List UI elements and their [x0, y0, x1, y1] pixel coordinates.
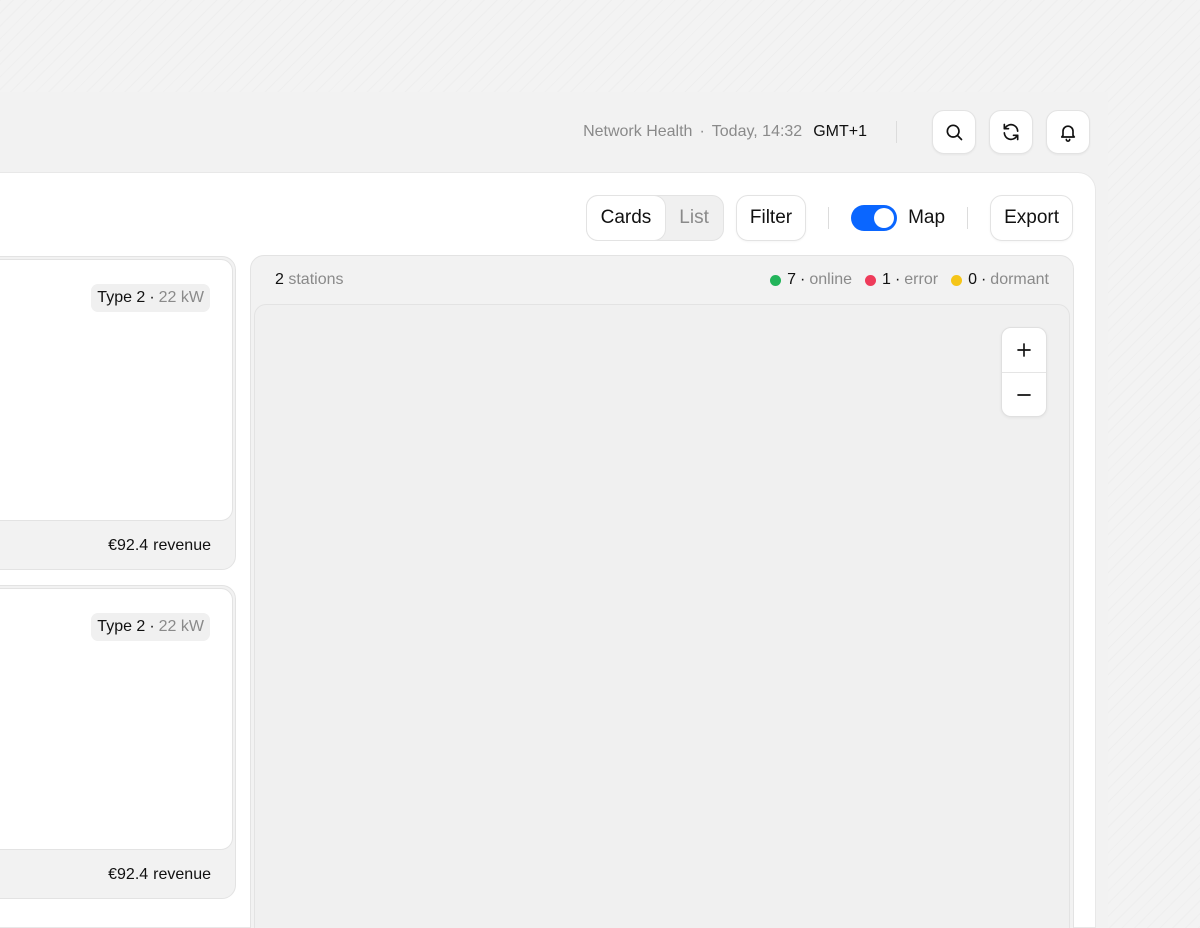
badge-separator: · [149, 618, 155, 635]
last-updated-time: Today, 14:32 [711, 123, 803, 140]
station-count: 2 stations [275, 271, 344, 289]
badge-separator: · [149, 289, 155, 306]
status-legend: 7 · online 1 · error 0 · dormant [757, 271, 1049, 289]
revenue-value: €92.4 [108, 866, 149, 883]
error-status-dot [865, 274, 877, 286]
filter-button[interactable]: Filter [735, 195, 807, 241]
refresh-icon [1003, 123, 1019, 141]
divider [896, 121, 897, 143]
card-body: Type 2 · 22 kW [0, 259, 233, 521]
station-card[interactable]: Type 2 · 22 kW €92.4 revenue [0, 256, 236, 570]
map-panel: 2 stations 7 · online 1 · error 0 · dorm… [250, 255, 1074, 928]
dormant-count: 0 [968, 271, 977, 288]
search-icon [946, 124, 963, 141]
revenue-label: revenue [153, 866, 211, 883]
power-rating: 22 kW [158, 618, 204, 635]
map-header: 2 stations 7 · online 1 · error 0 · dorm… [251, 256, 1073, 304]
station-card[interactable]: Type 2 · 22 kW €92.4 revenue [0, 585, 236, 899]
legend-separator: · [894, 271, 901, 288]
plus-icon [1017, 343, 1031, 357]
top-bar: Network Health · Today, 14:32 GMT+1 [583, 110, 1090, 154]
online-count: 7 [787, 271, 797, 288]
legend-error: 1 · error [865, 271, 938, 289]
card-body: Type 2 · 22 kW [0, 588, 233, 850]
connector-badge: Type 2 · 22 kW [91, 613, 210, 641]
notifications-button[interactable] [1046, 110, 1090, 154]
connector-type: Type 2 [97, 618, 146, 635]
view-list-button[interactable]: List [665, 196, 723, 240]
card-footer: €92.4 revenue [108, 537, 211, 555]
connector-type: Type 2 [97, 289, 146, 306]
app-window: Network Health · Today, 14:32 GMT+1 Card… [0, 92, 1108, 928]
toggle-knob [874, 208, 895, 228]
station-count-label: stations [288, 271, 344, 288]
minus-icon [1017, 393, 1031, 396]
map-canvas[interactable] [254, 304, 1070, 928]
connector-badge: Type 2 · 22 kW [91, 284, 210, 312]
search-button[interactable] [932, 110, 976, 154]
view-mode-switch: Cards List [585, 195, 724, 241]
legend-separator: · [800, 271, 806, 288]
divider [967, 207, 969, 229]
toolbar: Cards List Filter Map Export [585, 195, 1073, 241]
dormant-status-dot [951, 274, 963, 286]
view-cards-button[interactable]: Cards [586, 196, 666, 240]
power-rating: 22 kW [158, 289, 204, 306]
dormant-label: dormant [990, 271, 1049, 288]
error-count: 1 [882, 271, 891, 288]
timezone-label[interactable]: GMT+1 [813, 123, 867, 141]
online-status-dot [770, 274, 782, 286]
revenue-value: €92.4 [108, 537, 149, 554]
refresh-button[interactable] [989, 110, 1033, 154]
export-button[interactable]: Export [990, 195, 1073, 241]
error-label: error [904, 271, 939, 288]
legend-online: 7 · online [770, 271, 852, 289]
main-panel: Cards List Filter Map Export Type 2 · 22… [0, 172, 1096, 928]
meta-separator: · [699, 123, 705, 140]
station-count-value: 2 [275, 271, 284, 288]
page-name: Network Health [583, 123, 693, 140]
zoom-in-button[interactable] [1002, 328, 1046, 372]
card-footer: €92.4 revenue [108, 866, 211, 884]
legend-separator: · [980, 271, 987, 288]
zoom-out-button[interactable] [1002, 372, 1046, 416]
map-toggle-label: Map [908, 207, 946, 228]
divider [828, 207, 830, 229]
bell-icon [1060, 125, 1076, 142]
online-label: online [809, 271, 853, 288]
page-meta: Network Health · Today, 14:32 [583, 123, 802, 141]
legend-dormant: 0 · dormant [951, 271, 1049, 289]
zoom-control [1001, 327, 1047, 417]
revenue-label: revenue [153, 537, 211, 554]
map-toggle[interactable] [851, 205, 898, 231]
